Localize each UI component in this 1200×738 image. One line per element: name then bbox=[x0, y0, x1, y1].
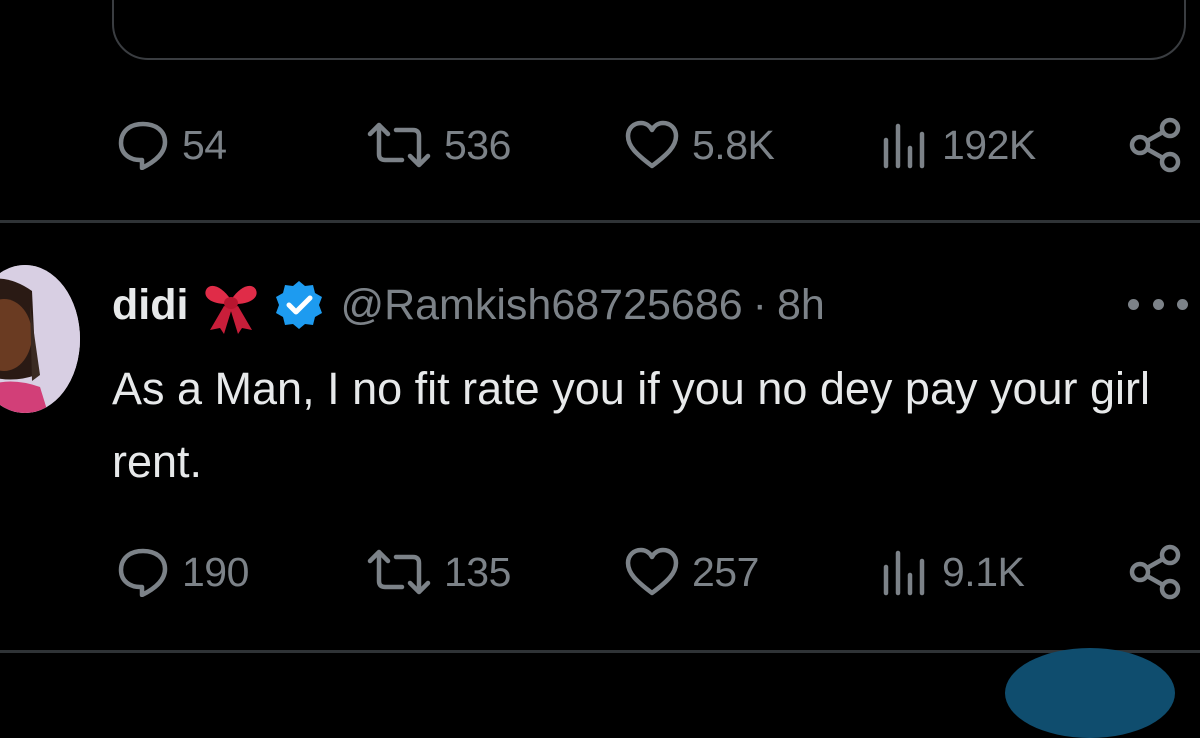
reply-count: 54 bbox=[182, 121, 227, 168]
avatar-photo bbox=[0, 265, 80, 413]
reply-count: 190 bbox=[182, 548, 249, 595]
compose-fab[interactable] bbox=[1005, 648, 1175, 738]
previous-tweet-action-bar: 54 536 5.8K 192K bbox=[0, 110, 1200, 180]
views-button[interactable]: 9.1K bbox=[880, 537, 1025, 607]
meta-separator: · bbox=[752, 280, 767, 329]
verified-badge-icon bbox=[272, 278, 326, 332]
reply-button[interactable]: 54 bbox=[116, 110, 227, 180]
views-bars-icon bbox=[883, 123, 925, 169]
tweet-action-bar: 190 135 257 9.1K bbox=[0, 537, 1200, 607]
reply-button[interactable]: 190 bbox=[116, 537, 249, 607]
like-count: 5.8K bbox=[692, 121, 775, 168]
repost-arrows-icon bbox=[367, 549, 431, 595]
user-handle[interactable]: @Ramkish68725686 bbox=[340, 281, 742, 330]
like-count: 257 bbox=[692, 548, 759, 595]
reply-bubble-icon bbox=[118, 548, 168, 597]
views-button[interactable]: 192K bbox=[880, 110, 1036, 180]
ribbon-emoji-icon bbox=[202, 276, 260, 334]
share-nodes-icon bbox=[1129, 117, 1181, 173]
repost-count: 536 bbox=[444, 121, 511, 168]
like-button[interactable]: 257 bbox=[624, 537, 759, 607]
avatar[interactable] bbox=[0, 265, 80, 413]
repost-arrows-icon bbox=[367, 122, 431, 168]
embedded-media-card[interactable] bbox=[112, 0, 1186, 60]
more-dots-icon bbox=[1128, 298, 1139, 310]
tweet-divider bbox=[0, 220, 1200, 223]
views-bars-icon bbox=[883, 550, 925, 596]
repost-button[interactable]: 536 bbox=[366, 110, 511, 180]
reply-bubble-icon bbox=[118, 121, 168, 170]
more-options-button[interactable] bbox=[1128, 284, 1188, 324]
display-name[interactable]: didi bbox=[112, 281, 188, 330]
tweet-timestamp[interactable]: 8h bbox=[777, 281, 825, 330]
heart-icon bbox=[625, 120, 679, 169]
repost-button[interactable]: 135 bbox=[366, 537, 511, 607]
share-button[interactable] bbox=[1128, 110, 1184, 180]
tweet-text: As a Man, I no fit rate you if you no de… bbox=[112, 363, 1151, 487]
views-count: 9.1K bbox=[942, 548, 1025, 595]
repost-count: 135 bbox=[444, 548, 511, 595]
tweet-divider bbox=[0, 650, 1200, 653]
like-button[interactable]: 5.8K bbox=[624, 110, 775, 180]
share-button[interactable] bbox=[1128, 537, 1184, 607]
views-count: 192K bbox=[942, 121, 1036, 168]
share-nodes-icon bbox=[1129, 544, 1181, 600]
heart-icon bbox=[625, 547, 679, 596]
tweet-header: didi @Ramkish68725686 · 8h bbox=[112, 270, 825, 340]
